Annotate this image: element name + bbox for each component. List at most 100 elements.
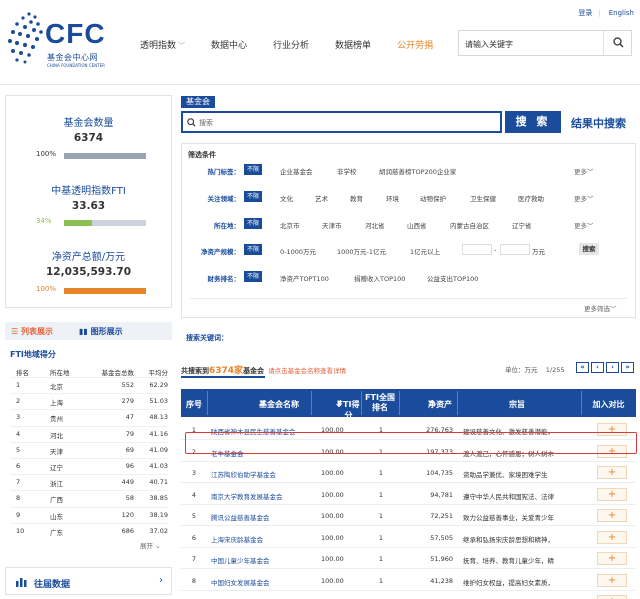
table-row[interactable]: 3 江苏陶欣伯助学基金会 100.00 1 104,735 资助品学兼优、家境困难学生 + xyxy=(181,462,636,483)
nav-data-center[interactable]: 数据中心 xyxy=(211,38,247,52)
table-row[interactable]: 7 浙江 449 40.71 xyxy=(10,474,168,488)
filter-no-limit[interactable]: 不限 xyxy=(244,191,262,202)
table-row[interactable]: 10 广东 686 37.02 xyxy=(10,522,168,537)
filter-option[interactable]: 北京市 xyxy=(280,220,300,230)
fund-name-cell[interactable]: 中国儿童少年基金会 xyxy=(211,555,311,565)
filter-option[interactable]: 企业基金会 xyxy=(280,166,313,176)
table-row[interactable]: 2 上海 279 51.03 xyxy=(10,393,168,407)
filter-no-limit[interactable]: 不限 xyxy=(244,218,262,229)
last-page-button[interactable]: » xyxy=(621,362,634,373)
filter-option[interactable]: 文化 xyxy=(280,193,293,203)
filter-option[interactable]: 辽宁省 xyxy=(512,220,532,230)
fund-name-cell[interactable]: 中国妇女发展基金会 xyxy=(211,577,311,587)
filter-label: 热门标签： xyxy=(207,168,241,176)
tab-list-view[interactable]: ☰ 列表展示 xyxy=(11,326,53,337)
history-data-link[interactable]: 往届数据 › xyxy=(5,567,172,595)
filter-option[interactable]: 0-1000万元 xyxy=(280,246,316,256)
table-row[interactable]: 8 中国妇女发展基金会 100.00 1 41,238 维护妇女权益，提高妇女素质， + xyxy=(181,570,636,591)
filter-option[interactable]: 捐赠收入TOP100 xyxy=(354,273,405,283)
chevron-down-icon: ﹀ xyxy=(587,222,594,230)
filter-option[interactable]: 教育 xyxy=(350,193,363,203)
sort-icon: ⇵ xyxy=(336,399,343,408)
range-unit: 万元 xyxy=(532,248,545,256)
range-search-button[interactable]: 搜索 xyxy=(579,243,599,255)
filter-option[interactable]: 天津市 xyxy=(322,220,342,230)
filter-option[interactable]: 艺术 xyxy=(315,193,328,203)
filter-option[interactable]: 1000万元-1亿元 xyxy=(337,246,386,256)
results-count: 6374家 xyxy=(209,366,244,376)
filter-option[interactable]: 卫生保健 xyxy=(470,193,496,203)
nav-label: 数据榜单 xyxy=(335,41,372,51)
english-link[interactable]: English xyxy=(609,9,634,17)
prev-page-button[interactable]: ‹ xyxy=(591,362,604,373)
table-row[interactable]: 5 天津 69 41.09 xyxy=(10,441,168,456)
filter-option[interactable]: 非学校 xyxy=(337,166,357,176)
filter-option[interactable]: 胡润慈善榜TOP200企业家 xyxy=(379,166,456,176)
range-max-input[interactable] xyxy=(500,244,530,255)
table-row[interactable]: 4 河北 79 41.16 xyxy=(10,425,168,440)
filter-option[interactable]: 环境 xyxy=(386,193,399,203)
add-compare-button[interactable]: + xyxy=(597,595,627,599)
fund-name-cell[interactable]: 腾讯公益慈善基金会 xyxy=(211,512,311,522)
filter-option[interactable]: 山西省 xyxy=(407,220,427,230)
more-filters-button[interactable]: 更多筛选﹀ xyxy=(584,303,617,313)
cfc-logo[interactable]: CFC 基金会中心网 CHINA FOUNDATION CENTER xyxy=(5,6,115,72)
fund-name-cell[interactable]: 南京大学教育发展基金会 xyxy=(211,491,311,501)
range-min-input[interactable] xyxy=(462,244,492,255)
add-compare-button[interactable]: + xyxy=(597,487,627,501)
add-compare-button[interactable]: + xyxy=(597,573,627,587)
progress-track xyxy=(64,220,146,226)
add-compare-button[interactable]: + xyxy=(597,530,627,544)
filter-option[interactable]: 河北省 xyxy=(365,220,385,230)
table-row[interactable]: 9 山东 120 38.19 xyxy=(10,506,168,521)
nav-industry-analysis[interactable]: 行业分析 xyxy=(273,38,309,52)
table-row[interactable]: 6 上海宋庆龄基金会 100.00 1 57,505 继承和弘扬宋庆龄思想和精神， + xyxy=(181,527,636,548)
header-search-button[interactable] xyxy=(603,31,631,55)
expand-button[interactable]: 展开 ⌄ xyxy=(140,540,161,550)
filter-title: 筛选条件 xyxy=(188,151,216,159)
filter-option[interactable]: 内蒙古自治区 xyxy=(450,220,489,230)
header-search[interactable]: 请输入关键字 xyxy=(458,30,632,56)
fti-rank-cell: 1 xyxy=(378,490,384,499)
first-page-button[interactable]: « xyxy=(576,362,589,373)
mission-cell: 维护妇女权益，提高妇女素质， xyxy=(463,578,554,587)
tab-chart-view[interactable]: ▮▮ 图形展示 xyxy=(79,326,123,337)
fti-value: 33.63 xyxy=(71,200,106,212)
table-row[interactable]: 3 贵州 47 48.13 xyxy=(10,409,168,423)
login-link[interactable]: 登录 xyxy=(578,9,592,17)
table-row[interactable]: 9中华慈善基金会100.00140,016弘扬民族精神，奉献中华爱心，+ xyxy=(181,591,636,599)
filter-option[interactable]: 公益支出TOP100 xyxy=(427,273,478,283)
nav-public-fundraising[interactable]: 公开劳捐 xyxy=(397,38,433,52)
next-page-button[interactable]: › xyxy=(606,362,619,373)
table-row[interactable]: 5 腾讯公益慈善基金会 100.00 1 72,251 致力公益慈善事业，关爱青少年 + xyxy=(181,505,636,526)
add-compare-button[interactable]: + xyxy=(597,466,627,479)
filter-no-limit[interactable]: 不限 xyxy=(244,164,262,175)
filter-no-limit[interactable]: 不限 xyxy=(244,244,262,255)
fti-rank-cell: 1 xyxy=(378,512,384,520)
table-row[interactable]: 4 南京大学教育发展基金会 100.00 1 94,781 遵守中华人民共和国宪法、法律 + xyxy=(181,484,636,505)
rank-cell: 10 xyxy=(16,526,25,535)
fund-total-cell: 686 xyxy=(121,526,134,535)
add-compare-button[interactable]: + xyxy=(597,552,627,565)
search-in-results-button[interactable]: 结果中搜索 xyxy=(571,115,626,131)
table-row[interactable]: 7 中国儿童少年基金会 100.00 1 51,960 抚育、培养、教育儿童少年，精 + xyxy=(181,548,636,569)
filter-more[interactable]: 更多﹀ xyxy=(574,166,594,176)
filter-option[interactable]: 净资产TOPT100 xyxy=(280,273,329,283)
table-row[interactable]: 6 辽宁 96 41.03 xyxy=(10,458,168,472)
add-compare-button[interactable]: + xyxy=(597,509,627,522)
filter-more[interactable]: 更多﹀ xyxy=(574,193,594,203)
filter-more[interactable]: 更多﹀ xyxy=(574,220,594,230)
unit-label: 单位：万元 xyxy=(505,366,538,374)
nav-data-ranking[interactable]: 数据榜单 xyxy=(335,38,371,52)
fund-name-cell[interactable]: 江苏陶欣伯助学基金会 xyxy=(211,469,311,479)
table-row[interactable]: 1 北京 552 62.29 xyxy=(10,377,168,391)
fund-name-cell[interactable]: 上海宋庆龄基金会 xyxy=(211,534,311,544)
filter-option[interactable]: 医疗救助 xyxy=(518,193,544,203)
filter-option[interactable]: 1亿元以上 xyxy=(410,246,440,256)
filter-option[interactable]: 动物保护 xyxy=(420,193,446,203)
fund-search-button[interactable]: 搜 索 xyxy=(505,111,561,133)
table-row[interactable]: 8 广西 58 38.85 xyxy=(10,490,168,504)
nav-transparency-index[interactable]: 透明指数 ﹀ xyxy=(140,38,185,52)
filter-no-limit[interactable]: 不限 xyxy=(244,271,262,282)
fund-search-input[interactable]: 搜索 xyxy=(181,111,502,133)
